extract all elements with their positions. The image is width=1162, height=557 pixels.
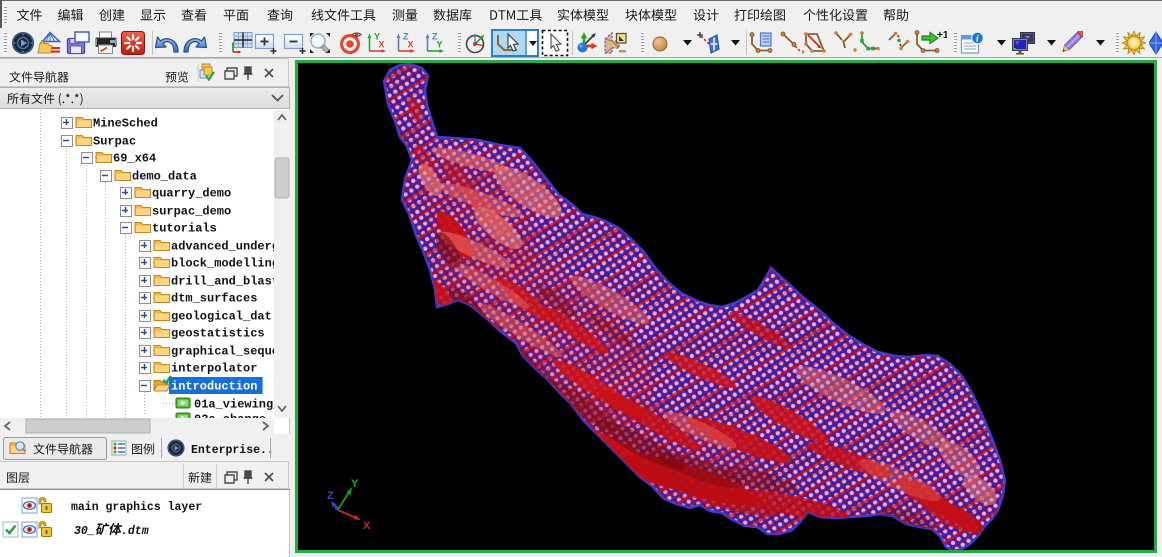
svg-text:MineSched: MineSched xyxy=(93,117,158,131)
svg-text:X: X xyxy=(408,40,414,50)
svg-text:surpac_demo: surpac_demo xyxy=(152,205,231,219)
svg-text:Z: Z xyxy=(327,490,334,502)
svg-text:30_: 30_ xyxy=(74,525,95,538)
svg-text:+1: +1 xyxy=(937,30,947,41)
svg-text:01a_viewing_: 01a_viewing_ xyxy=(194,398,274,412)
svg-text:X: X xyxy=(363,520,371,532)
svg-text:geological_dat: geological_dat xyxy=(171,310,272,324)
svg-text:advanced_underg: advanced_underg xyxy=(171,240,274,254)
svg-text:tutorials: tutorials xyxy=(152,222,217,236)
svg-text:Enterprise..: Enterprise.. xyxy=(191,444,274,457)
svg-text:i: i xyxy=(976,35,979,45)
svg-text:geostatistics: geostatistics xyxy=(171,327,265,341)
svg-text:demo_data: demo_data xyxy=(132,170,197,184)
svg-text:block_modelling: block_modelling xyxy=(171,257,274,271)
svg-text:graphical_seque: graphical_seque xyxy=(171,345,274,359)
svg-text:quarry_demo: quarry_demo xyxy=(152,187,231,201)
svg-text:Y: Y xyxy=(351,478,359,490)
svg-text:69_x64: 69_x64 xyxy=(113,152,156,166)
svg-text:introduction: introduction xyxy=(171,380,257,394)
svg-text:.dtm: .dtm xyxy=(121,525,149,538)
svg-text:main graphics layer: main graphics layer xyxy=(71,501,202,514)
svg-text:drill_and_blast: drill_and_blast xyxy=(171,275,274,289)
svg-text:X: X xyxy=(379,40,385,50)
svg-text:Surpac: Surpac xyxy=(93,135,136,149)
svg-text:dtm_surfaces: dtm_surfaces xyxy=(171,292,257,306)
svg-text:interpolator: interpolator xyxy=(171,362,257,376)
svg-text:Y: Y xyxy=(437,40,443,50)
